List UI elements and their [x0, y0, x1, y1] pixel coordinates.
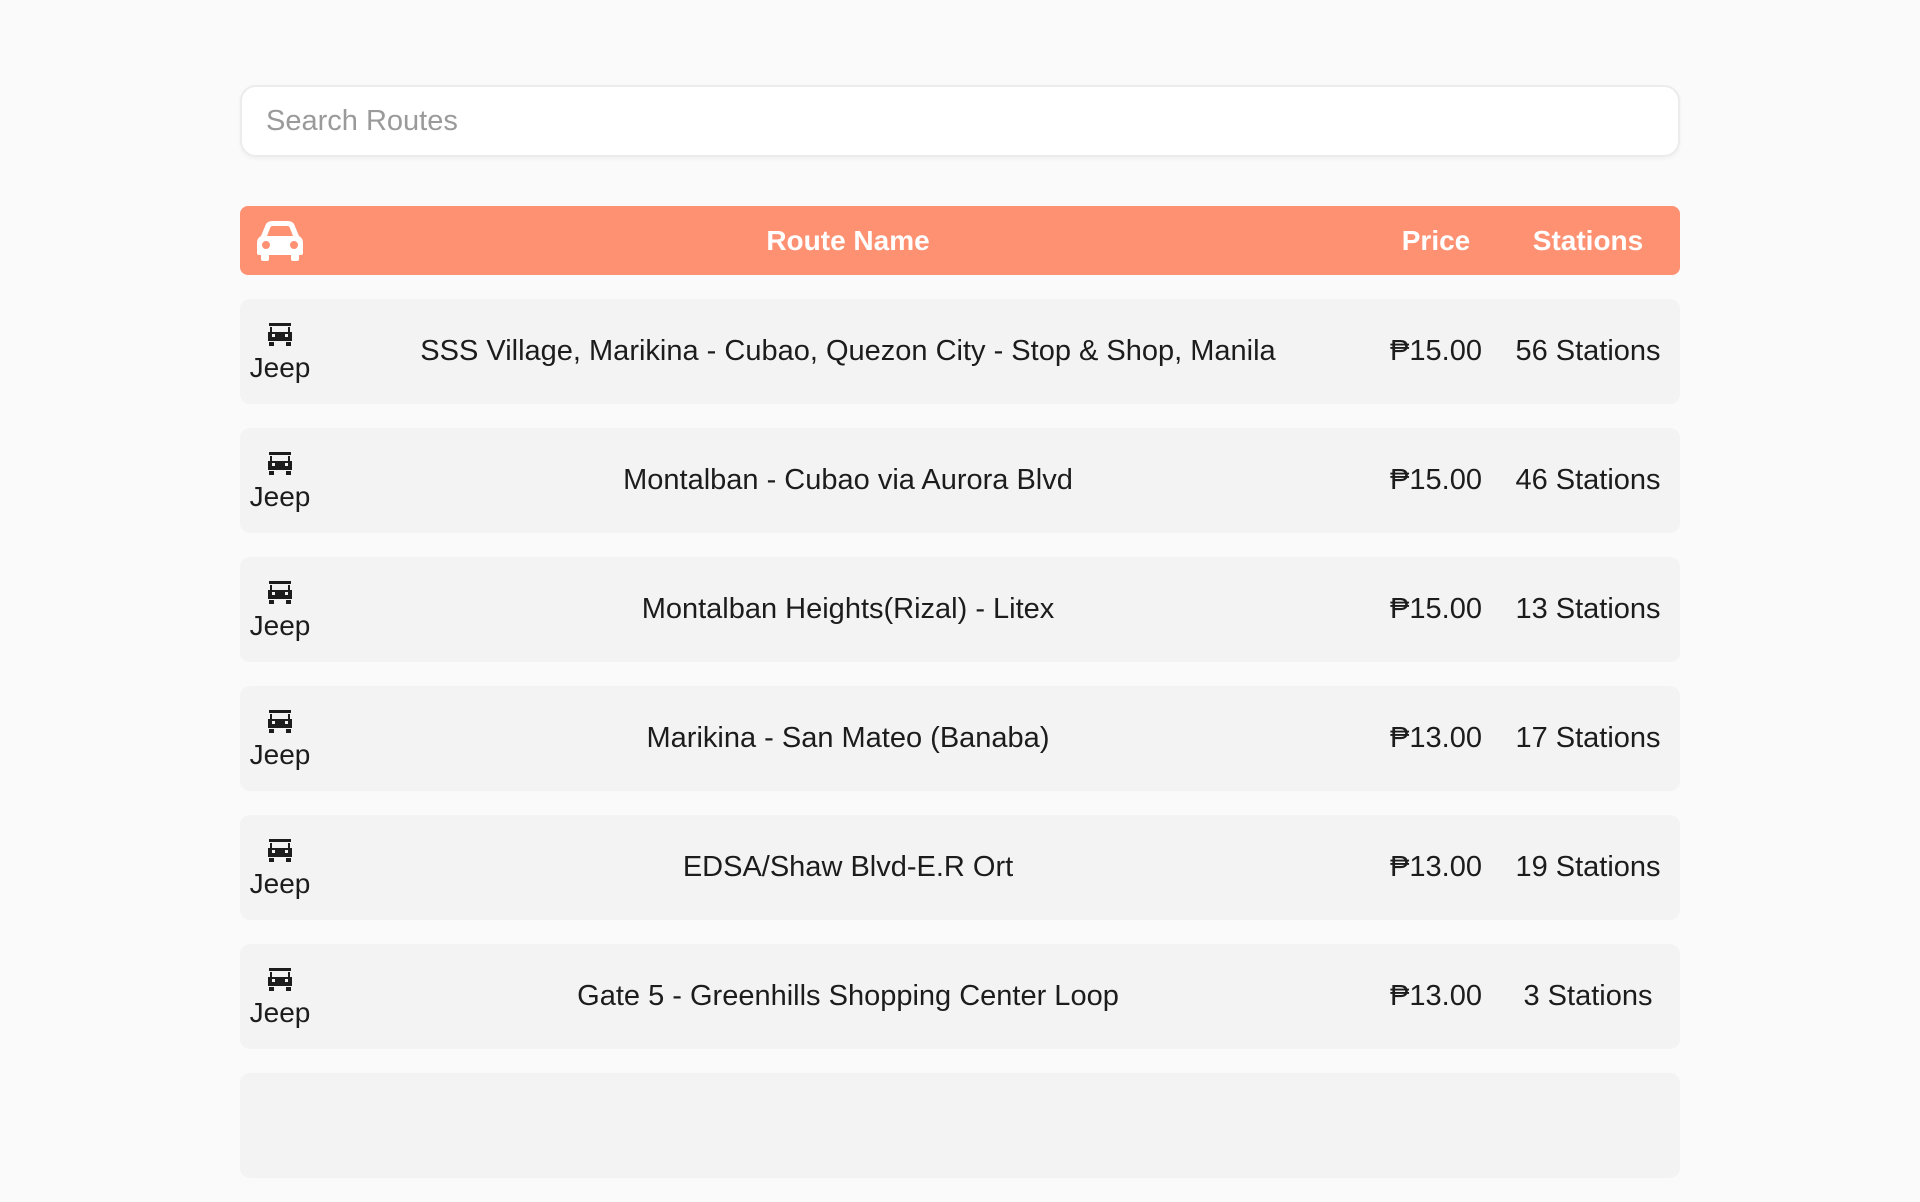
jeep-icon	[268, 709, 292, 733]
route-type: Jeep	[240, 449, 320, 513]
route-rows: Jeep SSS Village, Marikina - Cubao, Quez…	[240, 299, 1680, 1178]
route-name: Marikina - San Mateo (Banaba)	[646, 722, 1050, 754]
route-type-label: Jeep	[249, 738, 311, 770]
route-price: ₱15.00	[1390, 464, 1482, 496]
jeep-icon	[268, 838, 292, 862]
route-type-label: Jeep	[249, 351, 311, 383]
route-stations: 17 Stations	[1515, 722, 1661, 754]
route-stations: 19 Stations	[1515, 851, 1661, 883]
route-type: Jeep	[240, 965, 320, 1029]
route-row[interactable]: Jeep SSS Village, Marikina - Cubao, Quez…	[240, 299, 1680, 404]
header-route-name: Route Name	[766, 224, 930, 256]
route-name: Gate 5 - Greenhills Shopping Center Loop	[577, 980, 1119, 1012]
route-type: Jeep	[240, 578, 320, 642]
jeep-icon	[268, 967, 292, 991]
route-type: Jeep	[240, 707, 320, 771]
route-row[interactable]: Jeep Gate 5 - Greenhills Shopping Center…	[240, 944, 1680, 1049]
route-type-label: Jeep	[249, 609, 311, 641]
route-name: Montalban Heights(Rizal) - Litex	[641, 593, 1055, 625]
route-type: Jeep	[240, 320, 320, 384]
route-row-partial[interactable]	[240, 1073, 1680, 1178]
route-row[interactable]: Jeep Montalban - Cubao via Aurora Blvd ₱…	[240, 428, 1680, 533]
route-row[interactable]: Jeep Marikina - San Mateo (Banaba) ₱13.0…	[240, 686, 1680, 791]
route-type-label: Jeep	[249, 480, 311, 512]
route-row[interactable]: Jeep EDSA/Shaw Blvd-E.R Ort ₱13.00 19 St…	[240, 815, 1680, 920]
route-price: ₱15.00	[1390, 335, 1482, 367]
search-input[interactable]	[242, 87, 1678, 155]
route-price: ₱13.00	[1390, 851, 1482, 883]
route-type-label: Jeep	[249, 867, 311, 899]
header-price: Price	[1401, 224, 1471, 256]
route-list-page: Route Name Price Stations Jeep SSS Villa…	[240, 85, 1680, 1202]
route-type-label: Jeep	[249, 996, 311, 1028]
car-icon	[257, 220, 303, 261]
route-price: ₱13.00	[1390, 722, 1482, 754]
search-box	[240, 85, 1680, 157]
route-name: SSS Village, Marikina - Cubao, Quezon Ci…	[420, 335, 1276, 367]
route-type: Jeep	[240, 836, 320, 900]
route-name: EDSA/Shaw Blvd-E.R Ort	[682, 851, 1014, 883]
route-row[interactable]: Jeep Montalban Heights(Rizal) - Litex ₱1…	[240, 557, 1680, 662]
route-stations: 46 Stations	[1515, 464, 1661, 496]
route-stations: 3 Stations	[1523, 980, 1653, 1012]
route-stations: 56 Stations	[1515, 335, 1661, 367]
jeep-icon	[268, 580, 292, 604]
header-type-column	[240, 220, 320, 262]
header-stations: Stations	[1532, 224, 1644, 256]
jeep-icon	[268, 451, 292, 475]
table-header: Route Name Price Stations	[240, 206, 1680, 275]
route-stations: 13 Stations	[1515, 593, 1661, 625]
jeep-icon	[268, 322, 292, 346]
route-name: Montalban - Cubao via Aurora Blvd	[623, 464, 1073, 496]
route-price: ₱15.00	[1390, 593, 1482, 625]
route-price: ₱13.00	[1390, 980, 1482, 1012]
